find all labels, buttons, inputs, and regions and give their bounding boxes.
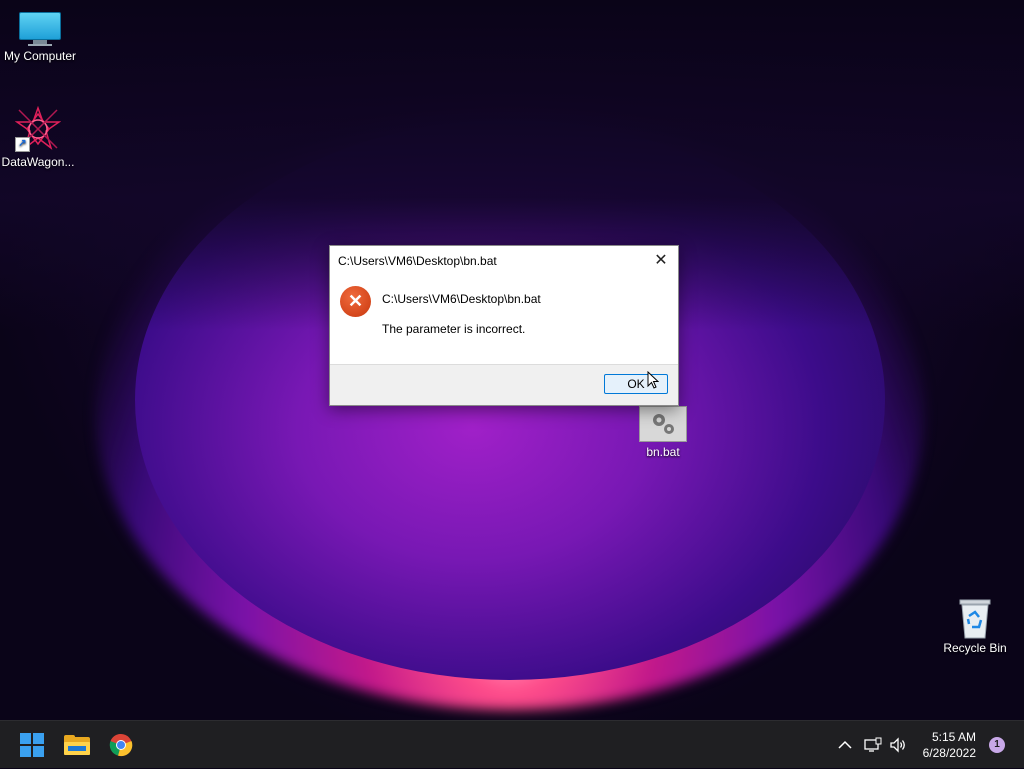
datawagon-icon: ↗ xyxy=(14,105,62,152)
clock-button[interactable]: 5:15 AM 6/28/2022 xyxy=(923,729,976,761)
notification-badge[interactable]: 1 xyxy=(989,737,1005,753)
desktop-icon-label: bn.bat xyxy=(646,445,680,459)
error-dialog: C:\Users\VM6\Desktop\bn.bat ✕ ✕ C:\Users… xyxy=(329,245,679,406)
desktop-icon-my-computer[interactable]: My Computer xyxy=(0,12,80,63)
shortcut-arrow-icon: ↗ xyxy=(15,137,30,152)
network-icon xyxy=(864,737,882,752)
dialog-message-text: The parameter is incorrect. xyxy=(382,322,526,336)
chrome-button[interactable] xyxy=(105,729,137,761)
start-button[interactable] xyxy=(16,729,48,761)
tray-overflow-button[interactable] xyxy=(838,721,852,769)
volume-icon xyxy=(890,737,905,753)
dialog-title: C:\Users\VM6\Desktop\bn.bat xyxy=(338,254,497,268)
volume-button[interactable] xyxy=(889,721,907,769)
clock-time: 5:15 AM xyxy=(931,730,976,744)
file-explorer-button[interactable] xyxy=(61,729,93,761)
desktop-icon-datawagon[interactable]: ↗ DataWagon... xyxy=(0,105,78,169)
batch-file-icon xyxy=(639,406,687,442)
network-button[interactable] xyxy=(864,721,882,769)
computer-icon xyxy=(19,12,61,46)
mouse-cursor-icon xyxy=(647,371,659,389)
chevron-up-icon xyxy=(838,740,852,749)
desktop-icon-label: Recycle Bin xyxy=(943,641,1007,655)
chrome-icon xyxy=(109,733,133,757)
folder-icon xyxy=(64,735,90,755)
close-icon[interactable]: ✕ xyxy=(650,250,672,272)
dialog-footer: OK xyxy=(330,364,678,405)
error-icon: ✕ xyxy=(340,286,371,317)
recycle-bin-icon xyxy=(957,598,993,639)
desktop-icon-recycle-bin[interactable]: Recycle Bin xyxy=(935,598,1015,655)
dialog-message-path: C:\Users\VM6\Desktop\bn.bat xyxy=(382,292,541,306)
taskbar: 5:15 AM 6/28/2022 1 xyxy=(0,720,1024,768)
windows-start-icon xyxy=(20,733,44,757)
desktop-icon-label: DataWagon... xyxy=(1,155,75,169)
desktop-icon-bn-bat[interactable]: bn.bat xyxy=(623,406,703,459)
clock-date: 6/28/2022 xyxy=(922,746,976,760)
desktop-icon-label: My Computer xyxy=(3,49,77,63)
